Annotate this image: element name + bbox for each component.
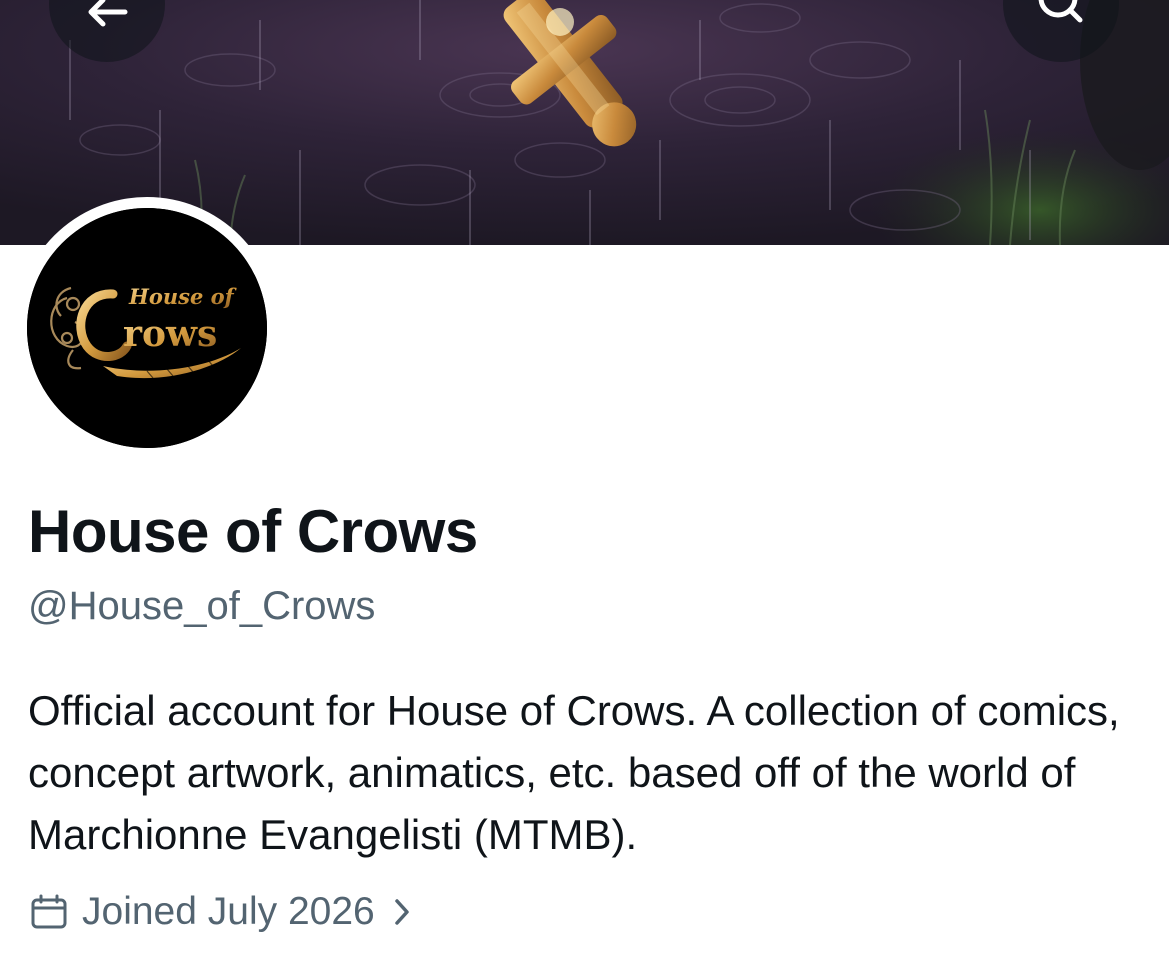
avatar[interactable]: House of rows bbox=[27, 208, 267, 448]
profile-handle: @House_of_Crows bbox=[28, 584, 376, 628]
profile-display-name: House of Crows bbox=[28, 498, 478, 565]
search-icon bbox=[1038, 0, 1083, 23]
svg-text:rows: rows bbox=[123, 313, 217, 355]
calendar-icon bbox=[31, 894, 67, 929]
arrow-left-icon bbox=[88, 0, 128, 27]
chevron-right-icon bbox=[393, 897, 411, 927]
joined-date-row[interactable]: Joined July 2026 bbox=[30, 886, 411, 938]
house-of-crows-logo: House of rows bbox=[27, 208, 267, 448]
svg-text:House of: House of bbox=[128, 284, 238, 309]
joined-date-label: Joined July 2026 bbox=[82, 890, 375, 933]
profile-page: House of rows House of Crows @House_of_C… bbox=[0, 0, 1169, 976]
profile-bio: Official account for House of Crows. A c… bbox=[28, 687, 1120, 858]
